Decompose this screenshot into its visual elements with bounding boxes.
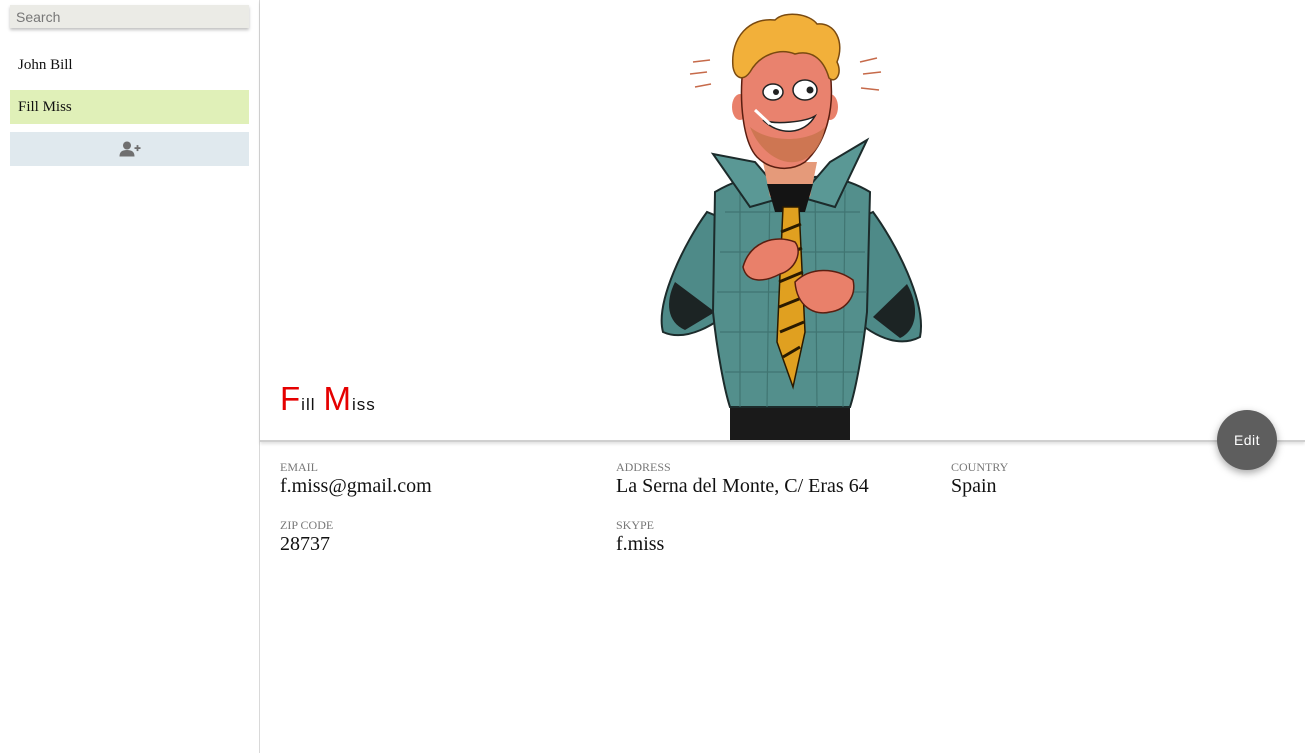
contact-item-john-bill[interactable]: John Bill	[10, 48, 249, 82]
zip-code-field: ZIP CODE 28737	[280, 518, 333, 556]
email-label: EMAIL	[280, 460, 318, 474]
skype-field: SKYPE f.miss	[616, 518, 664, 556]
add-contact-button[interactable]	[10, 132, 249, 166]
country-label: COUNTRY	[951, 460, 1009, 474]
address-value: La Serna del Monte, C/ Eras 64	[616, 475, 869, 497]
contact-detail: Fill Miss Edit EMAIL f.miss@gmail.com ADD…	[260, 0, 1305, 753]
sidebar: John Bill Fill Miss	[0, 0, 260, 753]
email-field: EMAIL f.miss@gmail.com	[280, 460, 432, 498]
name-last-rest: iss	[352, 395, 376, 414]
search-input[interactable]	[10, 5, 249, 28]
add-user-icon	[119, 141, 140, 157]
email-value: f.miss@gmail.com	[280, 475, 432, 497]
address-label: ADDRESS	[616, 460, 671, 474]
contact-item-fill-miss[interactable]: Fill Miss	[10, 90, 249, 124]
name-first-rest: ill	[301, 395, 316, 414]
skype-value: f.miss	[616, 533, 665, 555]
name-last-initial: M	[323, 380, 353, 417]
zip-code-value: 28737	[280, 533, 330, 555]
country-field: COUNTRY Spain	[951, 460, 1008, 498]
country-value: Spain	[951, 475, 997, 497]
address-field: ADDRESS La Serna del Monte, C/ Eras 64	[616, 460, 869, 498]
profile-name: Fill Miss	[280, 380, 384, 418]
zip-code-label: ZIP CODE	[280, 518, 334, 532]
profile-portrait	[660, 13, 922, 440]
name-first-initial: F	[280, 380, 302, 417]
profile-header: Fill Miss	[260, 0, 1305, 442]
edit-button[interactable]: Edit	[1217, 410, 1277, 470]
skype-label: SKYPE	[616, 518, 655, 532]
